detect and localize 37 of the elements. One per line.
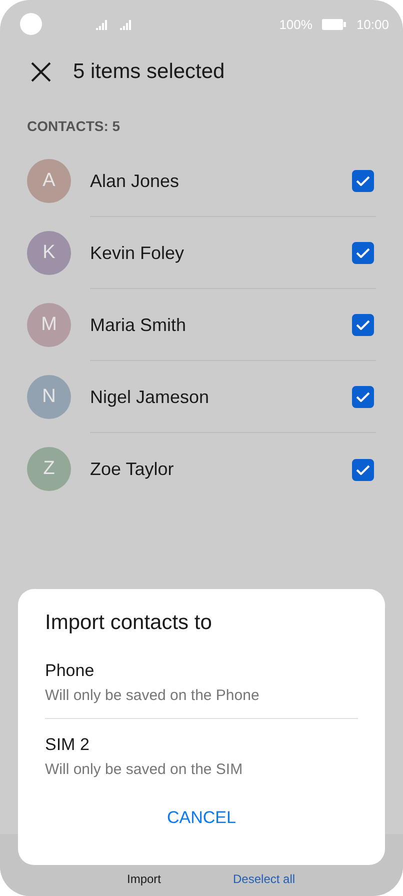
section-label: CONTACTS: 5: [26, 117, 122, 136]
check-icon: [356, 392, 370, 402]
checkbox[interactable]: [352, 314, 374, 336]
header-title: 5 items selected: [73, 60, 225, 84]
battery-icon: [322, 18, 346, 30]
checkbox[interactable]: [352, 170, 374, 192]
close-icon[interactable]: [31, 62, 51, 82]
deselect-link[interactable]: Deselect all: [233, 872, 296, 886]
check-icon: [356, 320, 370, 330]
contact-avatar: M: [27, 303, 71, 347]
signal-icon: [96, 18, 110, 30]
camera-hole: [20, 13, 42, 35]
cancel-button[interactable]: CANCEL: [155, 802, 248, 834]
contact-name: Kevin Foley: [90, 242, 184, 264]
contact-avatar: Z: [27, 447, 71, 491]
option-label: Phone: [45, 661, 96, 681]
bottom-action[interactable]: Import: [127, 872, 162, 886]
checkbox[interactable]: [352, 242, 374, 264]
contact-avatar: K: [27, 231, 71, 275]
dialog-option[interactable]: Phone Will only be saved on the Phone: [45, 661, 358, 718]
contact-name: Nigel Jameson: [90, 386, 210, 408]
option-description: Will only be saved on the SIM: [45, 761, 244, 778]
checkbox[interactable]: [352, 386, 374, 408]
checkbox[interactable]: [352, 458, 374, 480]
check-icon: [356, 248, 370, 258]
check-icon: [356, 176, 370, 186]
contact-avatar: A: [27, 159, 71, 203]
contact-name: Zoe Taylor: [90, 459, 174, 480]
signal-icon: [120, 18, 134, 30]
contact-avatar: N: [27, 375, 71, 419]
option-description: Will only be saved on the Phone: [45, 687, 260, 704]
dialog-title: Import contacts to: [45, 611, 213, 635]
check-icon: [356, 464, 370, 474]
contact-name: Maria Smith: [90, 314, 186, 336]
contact-name: Alan Jones: [90, 170, 180, 192]
dialog-option[interactable]: SIM 2 Will only be saved on the SIM: [45, 718, 358, 792]
option-label: SIM 2: [45, 735, 90, 755]
